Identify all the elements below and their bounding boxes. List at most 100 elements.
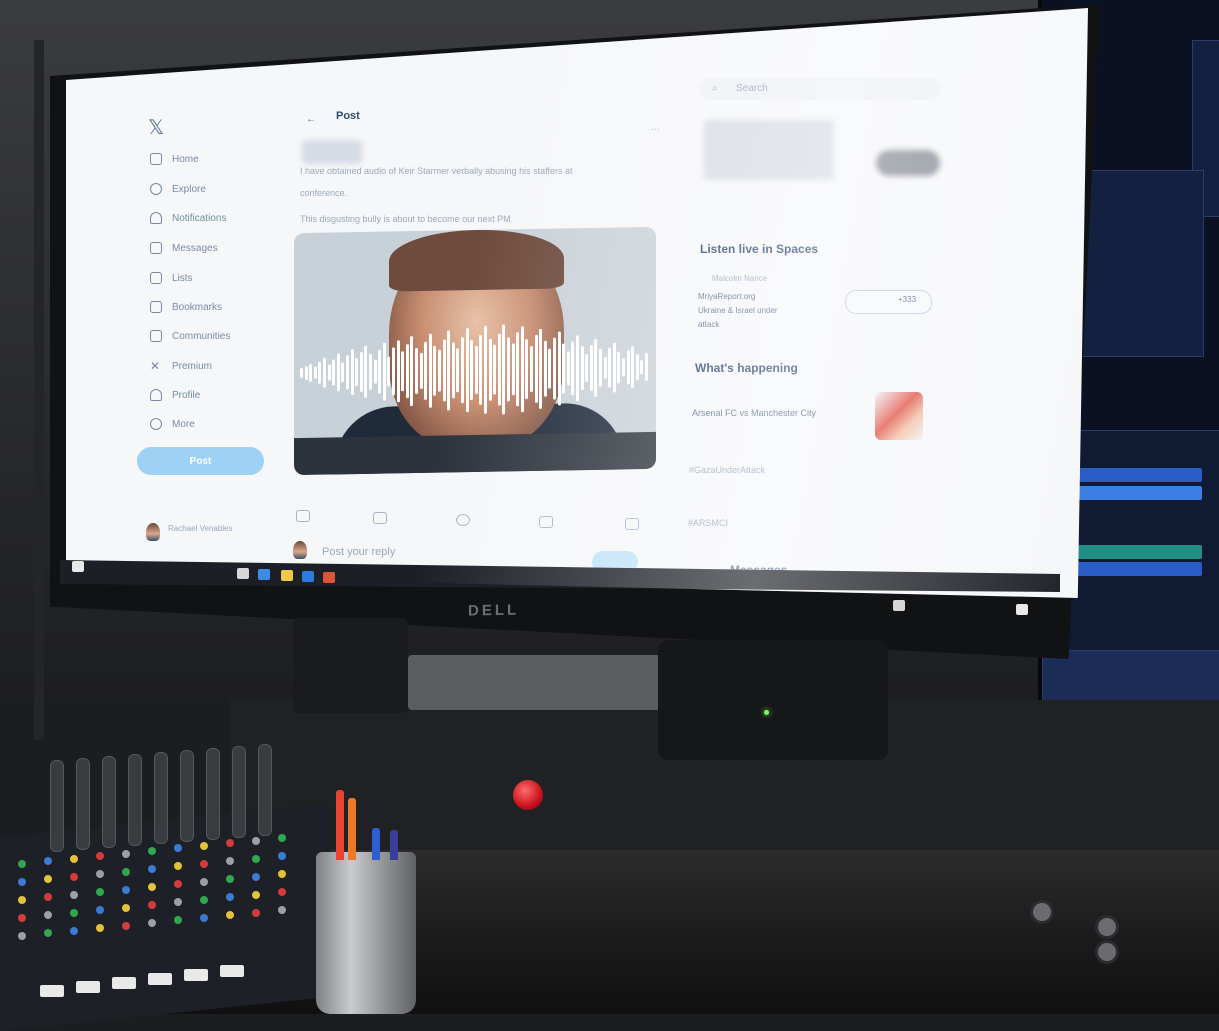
waveform-bar (442, 339, 446, 402)
mixer-fader[interactable] (40, 985, 64, 997)
bookmark-icon[interactable] (539, 516, 553, 528)
repost-icon[interactable] (373, 512, 387, 524)
sidebar-item-bookmarks[interactable]: Bookmarks (150, 301, 222, 313)
mixer-knob[interactable] (278, 852, 286, 860)
waveform-bar (599, 348, 602, 387)
mixer-knob[interactable] (200, 841, 208, 850)
mixer-knob[interactable] (200, 859, 208, 868)
mixer-knob[interactable] (18, 878, 26, 886)
trend-item[interactable]: #GazaUnderAttack (689, 465, 765, 475)
mixer-knob[interactable] (18, 860, 26, 868)
mixer-knob[interactable] (18, 932, 26, 940)
sidebar-item-more[interactable]: More (150, 418, 195, 430)
tray-icon[interactable] (893, 600, 905, 611)
mixer-knob[interactable] (70, 926, 78, 935)
mixer-fader[interactable] (76, 981, 100, 993)
back-arrow-icon[interactable]: ← (306, 114, 316, 125)
mixer-knob[interactable] (70, 854, 78, 863)
mixer-knob[interactable] (18, 914, 26, 922)
red-knob[interactable] (513, 780, 543, 810)
waveform-bar (608, 347, 612, 388)
mixer-knob[interactable] (148, 847, 156, 855)
waveform-bar (626, 350, 630, 385)
mixer-knob[interactable] (148, 919, 156, 927)
xlr-cable (76, 758, 90, 850)
xlr-cable (154, 752, 168, 844)
mixer-fader[interactable] (220, 965, 244, 977)
post-button[interactable]: Post (137, 447, 264, 475)
mixer-fader[interactable] (148, 973, 172, 985)
mixer-knob[interactable] (148, 901, 156, 909)
waveform-bar (332, 359, 336, 386)
mixer-knob[interactable] (252, 890, 260, 899)
mixer-knob[interactable] (70, 890, 78, 899)
waveform-bar (382, 342, 386, 401)
spaces-listener-avatars[interactable]: +333 (845, 290, 932, 314)
account-name[interactable]: Rachael Venables (168, 524, 233, 533)
trend-item[interactable]: Arsenal FC vs Manchester City (692, 408, 816, 418)
waveform-bar (484, 325, 487, 414)
mixer-knob[interactable] (278, 888, 286, 896)
mixer-knob[interactable] (18, 896, 26, 904)
mixer-knob[interactable] (122, 921, 130, 930)
mixer-knob[interactable] (278, 834, 286, 842)
mixer-knob[interactable] (278, 906, 286, 914)
mixer-knob[interactable] (70, 908, 78, 917)
mixer-knob[interactable] (200, 913, 208, 922)
reply-input[interactable]: Post your reply (322, 546, 395, 558)
mixer-knob[interactable] (122, 849, 130, 858)
reply-icon[interactable] (296, 510, 310, 522)
waveform-bar (617, 351, 621, 384)
file-explorer-icon[interactable] (281, 570, 293, 581)
mixer-knob[interactable] (252, 854, 260, 863)
outlook-icon[interactable] (302, 571, 314, 582)
mixer-knob[interactable] (252, 872, 260, 881)
waveform-bar (612, 342, 616, 393)
audio-jack (1030, 900, 1054, 924)
trend-item[interactable]: #ARSMCI (688, 518, 728, 528)
like-icon[interactable] (456, 514, 470, 526)
edge-icon[interactable] (258, 569, 270, 580)
chrome-icon[interactable] (323, 572, 335, 583)
windows-start-icon[interactable] (72, 561, 84, 572)
waveform-bar (594, 338, 598, 397)
mixer-knob[interactable] (252, 836, 260, 845)
sidebar-item-premium[interactable]: ✕ Premium (150, 360, 212, 372)
sidebar-item-label: Premium (172, 360, 213, 372)
account-avatar[interactable] (146, 523, 160, 541)
mixer-knob[interactable] (122, 885, 130, 894)
task-view-icon[interactable] (237, 568, 249, 579)
waveform-bar (548, 348, 552, 389)
sidebar-item-communities[interactable]: Communities (150, 330, 230, 342)
mixer-knob[interactable] (200, 877, 208, 886)
mixer-knob[interactable] (252, 908, 260, 917)
post-media-image[interactable] (294, 226, 656, 476)
mixer-knob[interactable] (200, 895, 208, 904)
share-icon[interactable] (625, 518, 639, 530)
x-logo-icon[interactable]: 𝕏 (148, 115, 164, 140)
mixer-knob[interactable] (122, 903, 130, 912)
sidebar-item-lists[interactable]: Lists (150, 272, 193, 284)
notifications-icon[interactable] (1016, 604, 1028, 615)
sidebar-item-explore[interactable]: Explore (150, 183, 206, 195)
xlr-cable (258, 744, 272, 836)
waveform-bar (511, 343, 515, 396)
sidebar-item-messages[interactable]: Messages (150, 242, 218, 254)
waveform-bar (451, 342, 455, 399)
spaces-host[interactable]: Malcolm Nance (712, 274, 767, 283)
mixer-knob[interactable] (278, 870, 286, 878)
waveform-bar (410, 336, 414, 407)
sidebar-item-profile[interactable]: Profile (150, 389, 200, 401)
waveform-bar (465, 328, 469, 413)
more-options-icon[interactable]: … (650, 122, 660, 133)
mixer-knob[interactable] (70, 872, 78, 881)
waveform-bar (355, 358, 359, 387)
sidebar-item-notifications[interactable]: Notifications (150, 212, 226, 224)
mixer-fader[interactable] (184, 969, 208, 981)
mixer-knob[interactable] (148, 883, 156, 891)
mixer-knob[interactable] (122, 867, 130, 876)
mixer-knob[interactable] (148, 865, 156, 873)
sidebar-item-label: More (172, 418, 195, 430)
mixer-fader[interactable] (112, 977, 136, 989)
sidebar-item-home[interactable]: Home (150, 153, 199, 165)
